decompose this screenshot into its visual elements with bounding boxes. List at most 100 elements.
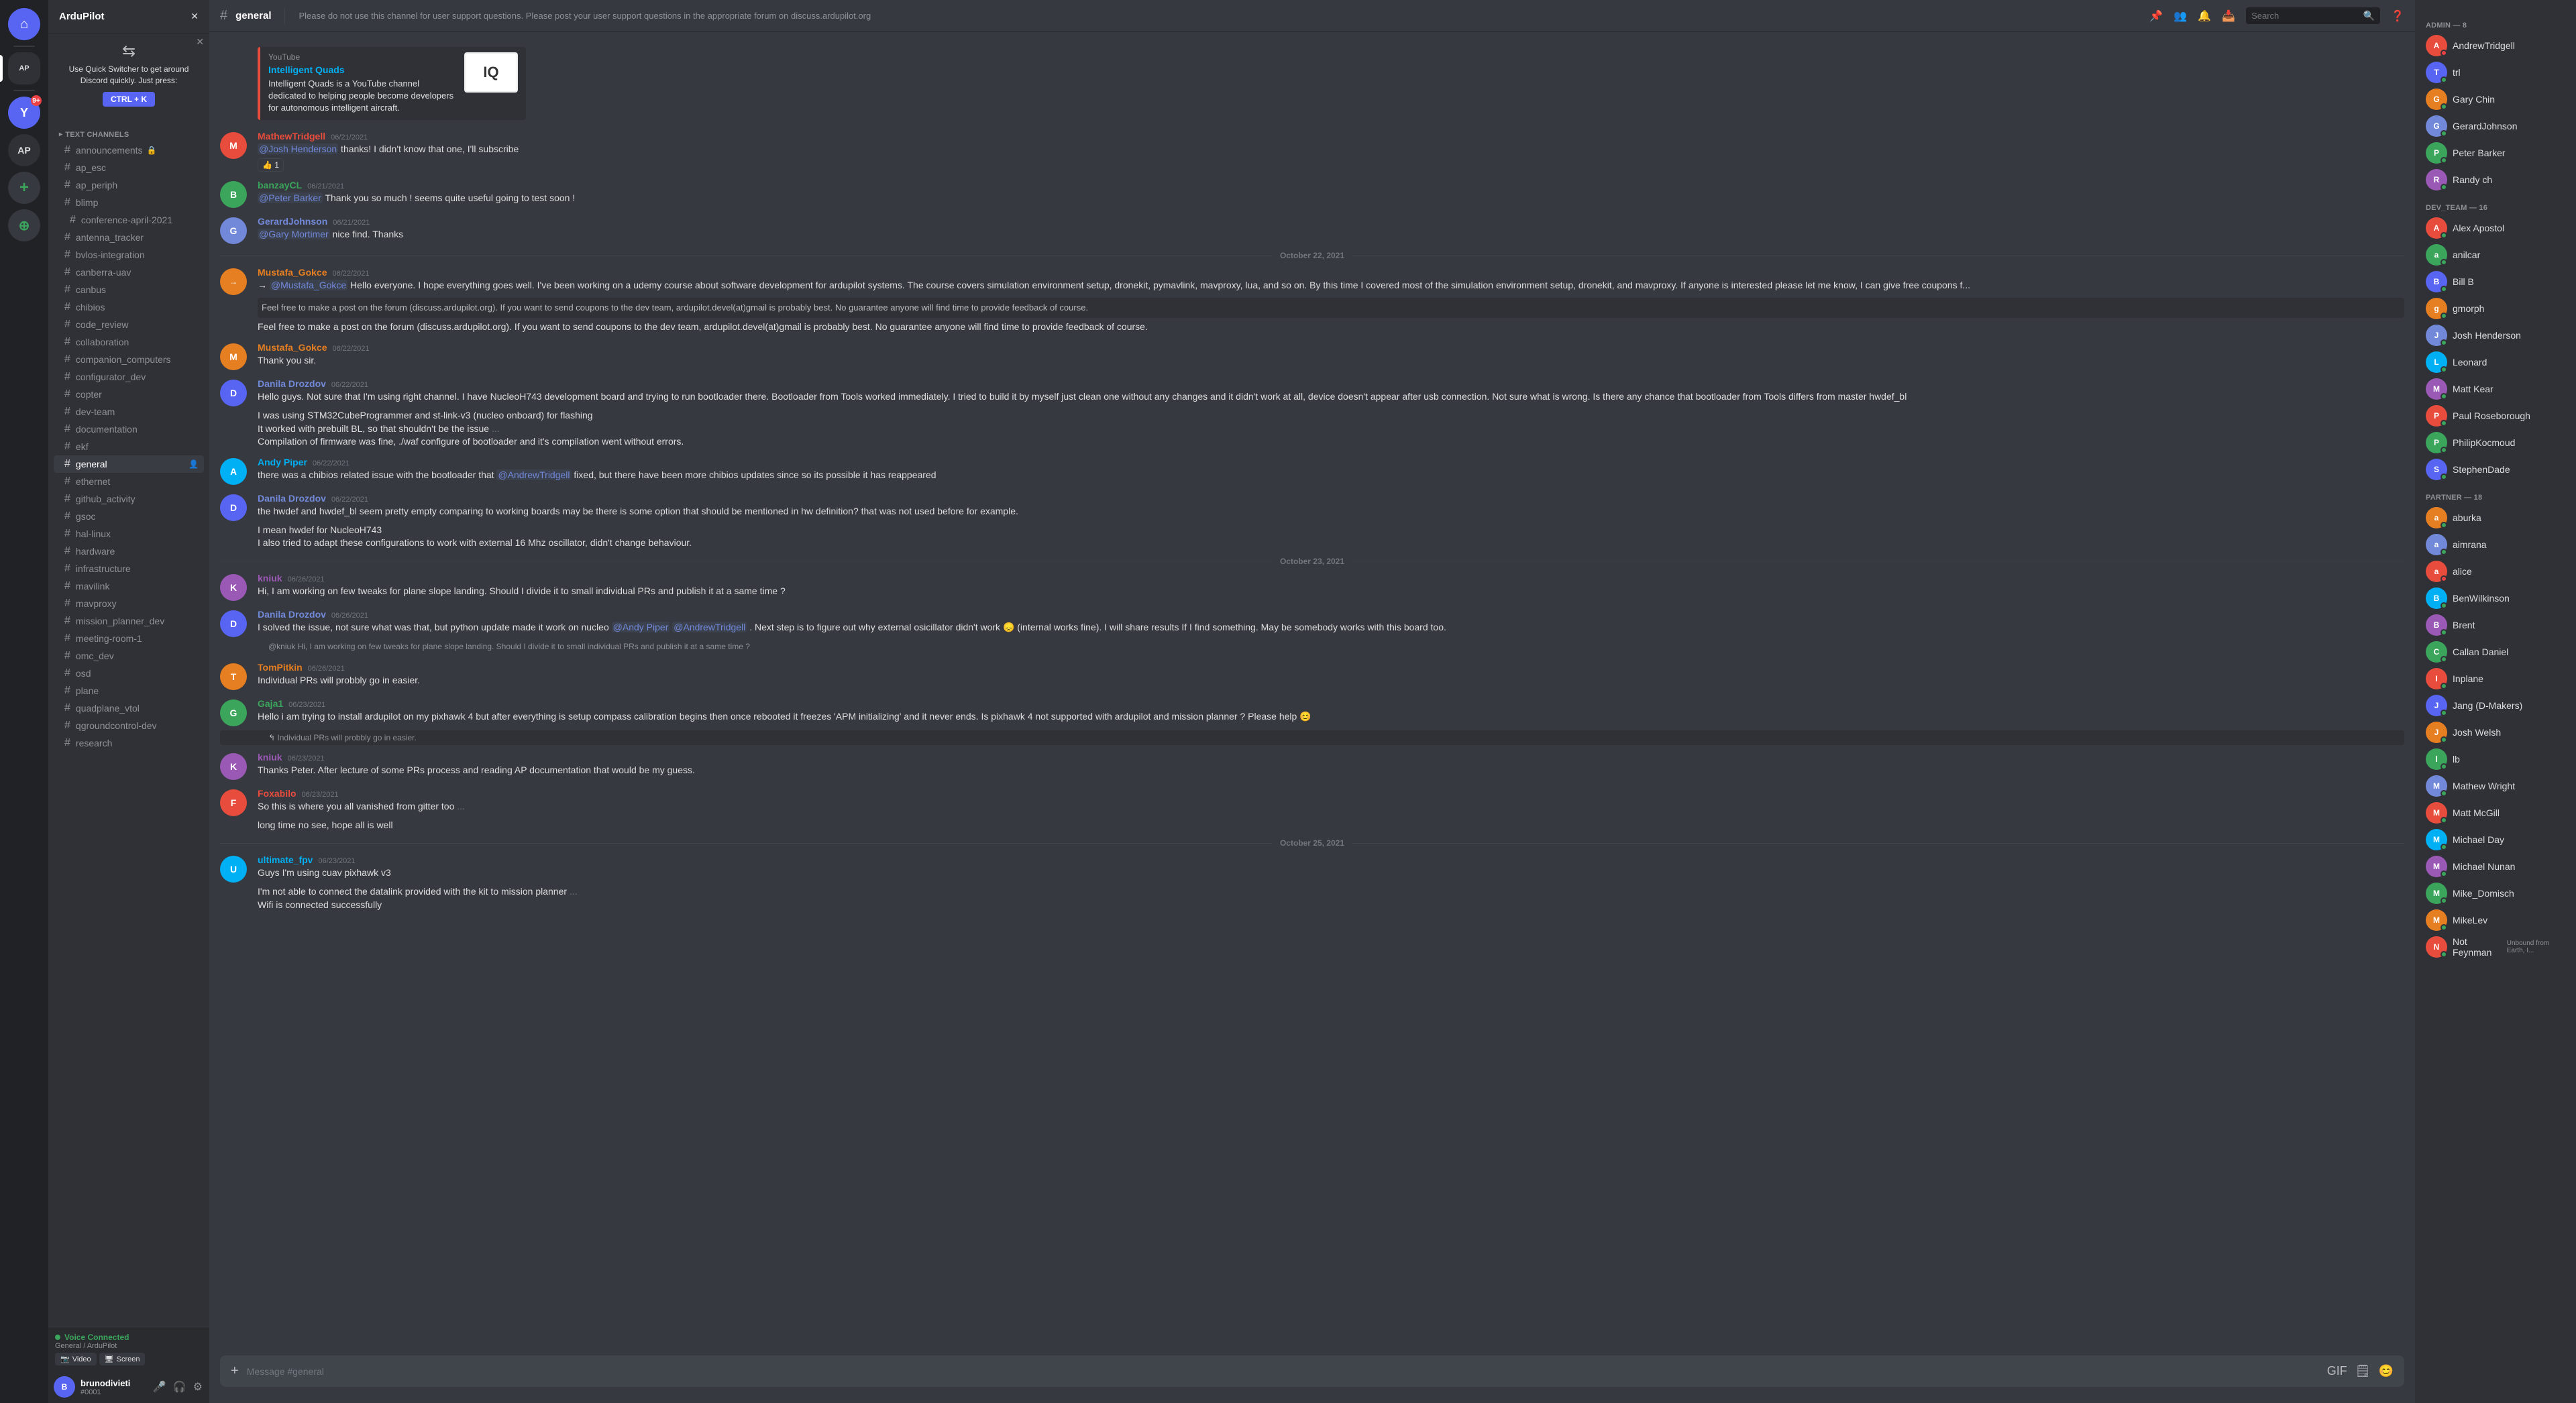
channel-item-ethernet[interactable]: # ethernet — [54, 473, 204, 490]
member-item-brent[interactable]: B Brent — [2420, 612, 2571, 638]
message-username[interactable]: Gaja1 — [258, 698, 283, 709]
channel-item-blimp[interactable]: # blimp — [54, 194, 204, 211]
member-item-michael-nunan[interactable]: M Michael Nunan — [2420, 853, 2571, 880]
add-server-button[interactable]: + — [8, 172, 40, 204]
member-item-gary-chin[interactable]: G Gary Chin — [2420, 86, 2571, 113]
channel-item-antenna_tracker[interactable]: # antenna_tracker — [54, 229, 204, 246]
member-item-inplane[interactable]: I Inplane — [2420, 665, 2571, 692]
channel-item-configurator[interactable]: # configurator_dev — [54, 368, 204, 386]
message-username[interactable]: kniuk — [258, 752, 282, 763]
member-item-anilcar[interactable]: a anilcar — [2420, 241, 2571, 268]
video-button[interactable]: 📷 Video — [55, 1353, 97, 1365]
member-item-michael-day[interactable]: M Michael Day — [2420, 826, 2571, 853]
channel-item-ekf[interactable]: # ekf — [54, 438, 204, 455]
member-item-trl[interactable]: T trl — [2420, 59, 2571, 86]
member-item-jang[interactable]: J Jang (D-Makers) — [2420, 692, 2571, 719]
message-username[interactable]: ultimate_fpv — [258, 854, 313, 865]
member-item-bill-b[interactable]: B Bill B — [2420, 268, 2571, 295]
member-item-callan-daniel[interactable]: C Callan Daniel — [2420, 638, 2571, 665]
channel-item-osd[interactable]: # osd — [54, 665, 204, 682]
message-username[interactable]: Mustafa_Gokce — [258, 342, 327, 353]
quick-switcher-shortcut[interactable]: CTRL + K — [103, 92, 155, 107]
mute-button[interactable]: 🎤 — [152, 1379, 168, 1395]
text-channels-category[interactable]: TEXT CHANNELS — [48, 120, 209, 142]
member-item-aimrana[interactable]: a aimrana — [2420, 531, 2571, 558]
help-button[interactable]: ❓ — [2391, 9, 2404, 23]
member-item-josh-henderson[interactable]: J Josh Henderson — [2420, 322, 2571, 349]
member-item-gmorph[interactable]: g gmorph — [2420, 295, 2571, 322]
channel-item-github[interactable]: # github_activity — [54, 490, 204, 508]
member-item-andrewtridgell[interactable]: A AndrewTridgell — [2420, 32, 2571, 59]
member-item-josh-welsh[interactable]: J Josh Welsh — [2420, 719, 2571, 746]
member-item-aburka[interactable]: a aburka — [2420, 504, 2571, 531]
channel-item-chibios[interactable]: # chibios — [54, 298, 204, 316]
channel-item-research[interactable]: # research — [54, 734, 204, 752]
message-username[interactable]: banzayCL — [258, 180, 302, 190]
member-item-peter-barker[interactable]: P Peter Barker — [2420, 139, 2571, 166]
close-popup-button[interactable]: ✕ — [196, 36, 204, 48]
member-item-leonard[interactable]: L Leonard — [2420, 349, 2571, 376]
member-item-mikelev[interactable]: M MikeLev — [2420, 907, 2571, 934]
message-username[interactable]: MathewTridgell — [258, 131, 325, 142]
channel-item-hardware[interactable]: # hardware — [54, 543, 204, 560]
channel-item-dev-team[interactable]: # dev-team — [54, 403, 204, 420]
message-username[interactable]: Andy Piper — [258, 457, 307, 467]
member-item-benwilkinson[interactable]: B BenWilkinson — [2420, 585, 2571, 612]
server-icon-2[interactable]: AP — [8, 134, 40, 166]
channel-item-companion[interactable]: # companion_computers — [54, 351, 204, 368]
reaction[interactable]: 👍 1 — [258, 158, 284, 172]
channel-item-quadplane[interactable]: # quadplane_vtol — [54, 699, 204, 717]
notifications-button[interactable]: 🔔 — [2198, 9, 2211, 23]
gif-button[interactable]: GIF — [2327, 1364, 2347, 1378]
search-bar[interactable]: 🔍 — [2246, 7, 2380, 24]
deafen-button[interactable]: 🎧 — [172, 1379, 188, 1395]
member-item-mathew-wright[interactable]: M Mathew Wright — [2420, 773, 2571, 799]
channel-item-omc_dev[interactable]: # omc_dev — [54, 647, 204, 665]
home-button[interactable]: ⌂ — [8, 8, 40, 40]
message-username[interactable]: Danila Drozdov — [258, 378, 326, 389]
channel-item-ap_esc[interactable]: # ap_esc — [54, 159, 204, 176]
message-username[interactable]: kniuk — [258, 573, 282, 583]
member-item-matt-mcgill[interactable]: M Matt McGill — [2420, 799, 2571, 826]
member-item-lb[interactable]: l lb — [2420, 746, 2571, 773]
message-username[interactable]: Danila Drozdov — [258, 609, 326, 620]
member-item-philip[interactable]: P PhilipKocmoud — [2420, 429, 2571, 456]
screen-button[interactable]: 🖥 Screen — [99, 1353, 146, 1365]
channel-item-general[interactable]: # general 👤 — [54, 455, 204, 473]
attach-button[interactable]: + — [231, 1355, 239, 1387]
member-item-alice[interactable]: a alice — [2420, 558, 2571, 585]
inbox-button[interactable]: 📥 — [2222, 9, 2235, 23]
member-item-matt-kear[interactable]: M Matt Kear — [2420, 376, 2571, 402]
ardupilot-server-icon[interactable]: AP — [8, 52, 40, 85]
channel-item-infrastructure[interactable]: # infrastructure — [54, 560, 204, 577]
channel-item-ap_periph[interactable]: # ap_periph — [54, 176, 204, 194]
members-button[interactable]: 👥 — [2174, 9, 2187, 23]
message-username[interactable]: Mustafa_Gokce — [258, 267, 327, 278]
member-item-gerardjohnson[interactable]: G GerardJohnson — [2420, 113, 2571, 139]
explore-button[interactable]: ⊕ — [8, 209, 40, 241]
member-item-paul-roseborough[interactable]: P Paul Roseborough — [2420, 402, 2571, 429]
channel-item-mavproxy[interactable]: # mavproxy — [54, 595, 204, 612]
settings-button[interactable]: ⚙ — [192, 1379, 204, 1395]
member-item-mike-domisch[interactable]: M Mike_Domisch — [2420, 880, 2571, 907]
channel-item-meeting[interactable]: # meeting-room-1 — [54, 630, 204, 647]
channel-item-gsoc[interactable]: # gsoc — [54, 508, 204, 525]
channel-item-bvlos[interactable]: # bvlos-integration — [54, 246, 204, 264]
channel-item-mission_planner[interactable]: # mission_planner_dev — [54, 612, 204, 630]
member-item-alex-apostol[interactable]: A Alex Apostol — [2420, 215, 2571, 241]
pin-button[interactable]: 📌 — [2149, 9, 2163, 23]
embed-title[interactable]: Intelligent Quads — [268, 64, 456, 75]
channel-item-mavilink[interactable]: # mavilink — [54, 577, 204, 595]
message-username[interactable]: TomPitkin — [258, 662, 303, 673]
member-item-randy[interactable]: R Randy ch — [2420, 166, 2571, 193]
server-icon-1[interactable]: Y 9+ — [8, 97, 40, 129]
message-username[interactable]: Danila Drozdov — [258, 493, 326, 504]
message-username[interactable]: GerardJohnson — [258, 216, 327, 227]
channel-item-qgroundcontrol[interactable]: # qgroundcontrol-dev — [54, 717, 204, 734]
emoji-button[interactable]: 😊 — [2379, 1364, 2394, 1378]
channel-item-collaboration[interactable]: # collaboration — [54, 333, 204, 351]
search-input[interactable] — [2251, 11, 2359, 21]
message-input[interactable] — [247, 1358, 2319, 1385]
channel-item-canbus[interactable]: # canbus — [54, 281, 204, 298]
channel-item-announcements[interactable]: # announcements 🔒 — [54, 142, 204, 159]
